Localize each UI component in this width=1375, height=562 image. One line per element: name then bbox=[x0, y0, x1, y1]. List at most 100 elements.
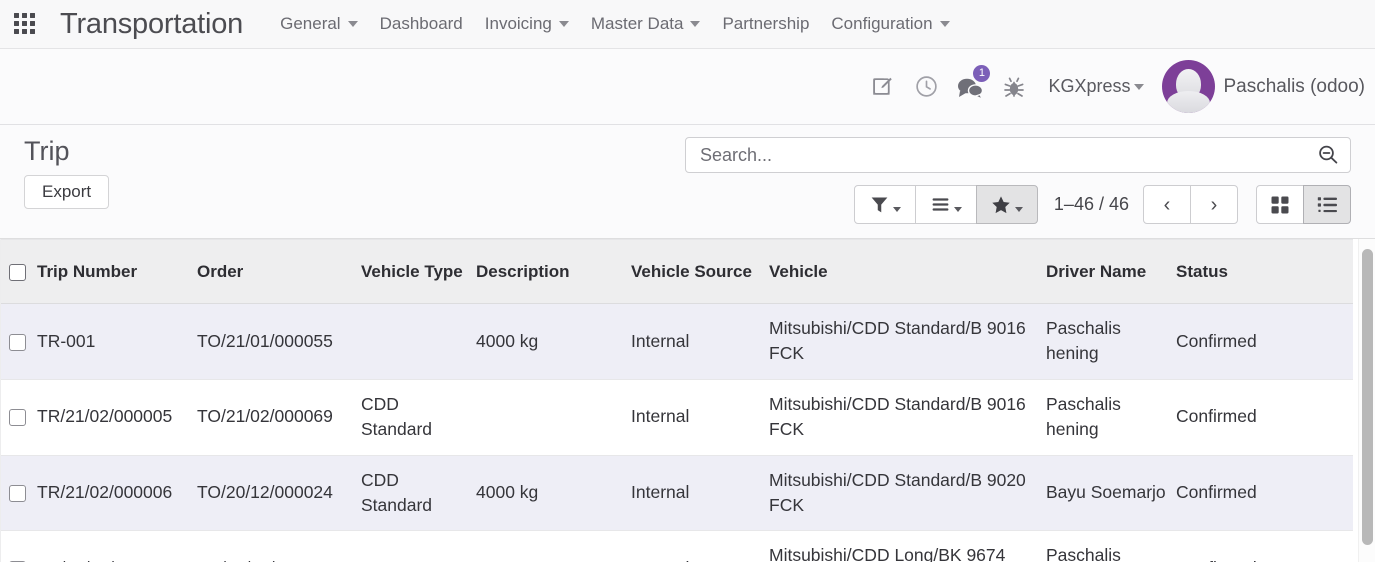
cell-vehicle-type: CDD Standard bbox=[361, 455, 476, 532]
company-switcher[interactable]: KGXpress bbox=[1048, 76, 1130, 97]
table-row[interactable]: TR/21/02/000007 TO/21/02/000071 CDD Long… bbox=[1, 530, 1353, 562]
menu-item-partnership[interactable]: Partnership bbox=[711, 10, 820, 38]
row-checkbox[interactable] bbox=[9, 333, 26, 351]
table-row[interactable]: TR/21/02/000005 TO/21/02/000069 CDD Stan… bbox=[1, 379, 1353, 456]
table-row[interactable]: TR/21/02/000006 TO/20/12/000024 CDD Stan… bbox=[1, 455, 1353, 532]
menu-label: General bbox=[280, 14, 341, 33]
cell-description bbox=[476, 530, 631, 562]
cell-description bbox=[476, 379, 631, 456]
view-switcher bbox=[1256, 185, 1351, 224]
select-all-header[interactable] bbox=[1, 239, 37, 304]
cell-order: TO/21/02/000069 bbox=[197, 379, 361, 456]
column-header-status[interactable]: Status bbox=[1176, 239, 1353, 304]
control-panel-buttons: 1–46 / 46 ‹ › bbox=[853, 185, 1351, 224]
cell-vehicle-type: CDD Long bbox=[361, 530, 476, 562]
column-header-description[interactable]: Description bbox=[476, 239, 631, 304]
pager-counter: 1–46 / 46 bbox=[1053, 194, 1129, 214]
search-minus-icon[interactable] bbox=[1316, 143, 1340, 167]
cell-driver-name: Paschalis hening bbox=[1046, 530, 1176, 562]
column-header-vehicle-source[interactable]: Vehicle Source bbox=[631, 239, 769, 304]
table-body: TR-001 TO/21/01/000055 4000 kg Internal … bbox=[1, 303, 1353, 562]
filters-button[interactable] bbox=[853, 185, 916, 224]
export-button[interactable]: Export bbox=[24, 175, 110, 210]
row-checkbox[interactable] bbox=[9, 485, 26, 503]
row-select-cell[interactable] bbox=[1, 303, 37, 380]
chevron-down-icon bbox=[347, 21, 358, 27]
control-panel-left: Trip Export bbox=[24, 136, 110, 210]
chevron-down-icon bbox=[690, 21, 701, 27]
cell-vehicle-type bbox=[361, 303, 476, 380]
list-view-container: Trip Number Order Vehicle Type Descripti… bbox=[0, 239, 1375, 562]
trip-list-table: Trip Number Order Vehicle Type Descripti… bbox=[1, 239, 1353, 562]
previous-page-button[interactable]: ‹ bbox=[1143, 185, 1191, 224]
cell-vehicle: Mitsubishi/CDD Long/BK 9674 EL bbox=[769, 530, 1046, 562]
menu-label: Dashboard bbox=[379, 14, 463, 33]
cell-vehicle: Mitsubishi/CDD Standard/B 9020 FCK bbox=[769, 455, 1046, 532]
menu-item-configuration[interactable]: Configuration bbox=[820, 10, 960, 38]
column-header-vehicle[interactable]: Vehicle bbox=[769, 239, 1046, 304]
menu-label: Configuration bbox=[831, 14, 933, 33]
cell-status: Confirmed bbox=[1176, 455, 1353, 532]
edit-note-icon[interactable] bbox=[860, 67, 904, 107]
menu-label: Partnership bbox=[722, 14, 810, 33]
messages-badge: 1 bbox=[973, 64, 991, 82]
chevron-down-icon bbox=[892, 206, 901, 212]
chevron-down-icon bbox=[939, 21, 950, 27]
top-navbar: Transportation General Dashboard Invoici… bbox=[0, 0, 1375, 49]
menu-item-general[interactable]: General bbox=[269, 10, 368, 38]
column-header-vehicle-type[interactable]: Vehicle Type bbox=[361, 239, 476, 304]
menu-item-invoicing[interactable]: Invoicing bbox=[474, 10, 580, 38]
avatar[interactable] bbox=[1162, 60, 1216, 113]
next-page-button[interactable]: › bbox=[1190, 185, 1238, 224]
control-panel-right: 1–46 / 46 ‹ › bbox=[685, 137, 1351, 224]
row-select-cell[interactable] bbox=[1, 455, 37, 532]
cell-vehicle-source: Internal bbox=[631, 455, 769, 532]
cell-driver-name: Bayu Soemarjo bbox=[1046, 455, 1176, 532]
search-bar[interactable] bbox=[685, 137, 1351, 173]
control-panel: Trip Export Search... 1–46 / 46 ‹ › bbox=[0, 125, 1375, 239]
search-options-group bbox=[853, 185, 1038, 224]
bug-icon[interactable] bbox=[992, 67, 1036, 107]
row-select-cell[interactable] bbox=[1, 530, 37, 562]
menu-item-master-data[interactable]: Master Data bbox=[580, 10, 712, 38]
systray-bar: 1 KGXpress Paschalis (odoo) bbox=[0, 49, 1375, 125]
chevron-down-icon[interactable] bbox=[1134, 83, 1145, 90]
row-select-cell[interactable] bbox=[1, 379, 37, 456]
messages-icon[interactable]: 1 bbox=[948, 64, 992, 107]
search-input[interactable] bbox=[698, 143, 1316, 167]
chevron-down-icon bbox=[558, 21, 569, 27]
menu-label: Invoicing bbox=[484, 14, 552, 33]
clock-icon[interactable] bbox=[904, 67, 948, 107]
group-by-button[interactable] bbox=[914, 185, 977, 224]
list-view-button[interactable] bbox=[1303, 185, 1351, 224]
apps-grid-icon[interactable] bbox=[14, 13, 36, 35]
select-all-checkbox[interactable] bbox=[9, 263, 26, 281]
column-header-driver-name[interactable]: Driver Name bbox=[1046, 239, 1176, 304]
cell-description: 4000 kg bbox=[476, 455, 631, 532]
cell-vehicle: Mitsubishi/CDD Standard/B 9016 FCK bbox=[769, 379, 1046, 456]
cell-trip-number: TR/21/02/000007 bbox=[37, 530, 197, 562]
column-header-order[interactable]: Order bbox=[197, 239, 361, 304]
cell-vehicle-source: Internal bbox=[631, 303, 769, 380]
vertical-scrollbar[interactable] bbox=[1362, 249, 1373, 549]
table-row[interactable]: TR-001 TO/21/01/000055 4000 kg Internal … bbox=[1, 303, 1353, 380]
header-row: Trip Number Order Vehicle Type Descripti… bbox=[1, 239, 1353, 304]
app-brand-title[interactable]: Transportation bbox=[60, 9, 243, 39]
cell-vehicle-source: Internal bbox=[631, 530, 769, 562]
page-title: Trip bbox=[24, 136, 70, 166]
kanban-view-button[interactable] bbox=[1256, 185, 1304, 224]
scrollbar-thumb[interactable] bbox=[1362, 249, 1373, 545]
main-menu: General Dashboard Invoicing Master Data … bbox=[269, 10, 960, 38]
user-menu[interactable]: Paschalis (odoo) bbox=[1223, 76, 1365, 98]
column-header-trip-number[interactable]: Trip Number bbox=[37, 239, 197, 304]
row-checkbox[interactable] bbox=[9, 409, 26, 427]
cell-trip-number: TR/21/02/000005 bbox=[37, 379, 197, 456]
cell-status: Confirmed bbox=[1176, 379, 1353, 456]
pager-nav: ‹ › bbox=[1143, 185, 1238, 224]
menu-item-dashboard[interactable]: Dashboard bbox=[369, 10, 474, 38]
favorites-button[interactable] bbox=[975, 185, 1038, 224]
cell-trip-number: TR/21/02/000006 bbox=[37, 455, 197, 532]
cell-order: TO/21/01/000055 bbox=[197, 303, 361, 380]
cell-status: Confirmed bbox=[1176, 530, 1353, 562]
cell-vehicle: Mitsubishi/CDD Standard/B 9016 FCK bbox=[769, 303, 1046, 380]
